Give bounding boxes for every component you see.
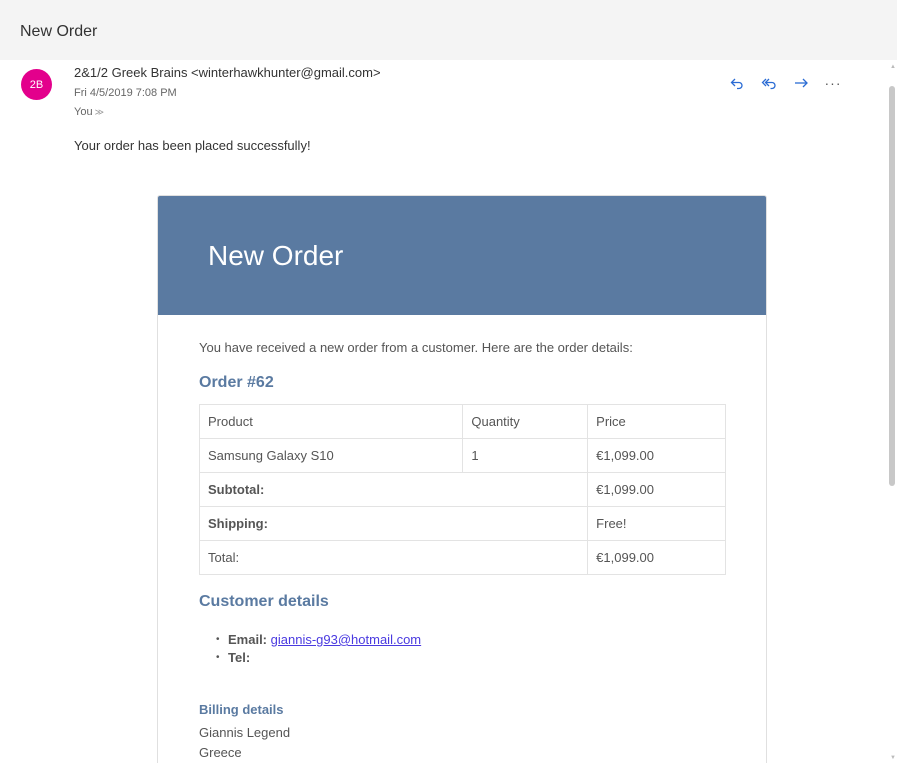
order-email-card: New Order You have received a new order … [157,195,767,763]
total-value: €1,099.00 [587,540,726,575]
scroll-thumb[interactable] [889,86,895,486]
scroll-down-arrow-icon[interactable]: ▼ [890,755,896,761]
column-header-quantity: Quantity [462,404,589,439]
email-label: Email: [228,632,268,647]
billing-country: Greece [199,745,242,760]
expand-recipients-icon[interactable]: ≫ [95,107,104,117]
customer-email-link[interactable]: giannis-g93@hotmail.com [271,632,422,647]
more-icon: ··· [824,75,842,91]
column-header-product: Product [198,404,464,439]
email-header: New Order [158,196,766,315]
reading-pane: 2B 2&1/2 Greek Brains <winterhawkhunter@… [10,60,884,763]
order-intro-text: You have received a new order from a cus… [199,340,633,355]
total-label: Total: [198,540,589,575]
shipping-value: Free! [587,506,726,541]
forward-icon [795,78,808,88]
reply-all-button[interactable] [760,74,778,92]
avatar[interactable]: 2B [21,69,52,100]
message-actions: ··· [728,74,842,92]
list-item-email: Email: giannis-g93@hotmail.com [216,631,422,649]
total-row: Total: €1,099.00 [198,540,726,575]
recipient: You [74,106,93,118]
subtotal-label: Subtotal: [198,472,589,507]
sent-date: Fri 4/5/2019 7:08 PM [74,87,177,99]
forward-button[interactable] [792,74,810,92]
tel-label: Tel: [228,650,251,665]
table-header-row: Product Quantity Price [198,404,726,439]
subtotal-value: €1,099.00 [587,472,726,507]
scroll-up-arrow-icon[interactable]: ▲ [890,64,896,70]
billing-details-heading: Billing details [199,702,284,717]
vertical-scrollbar[interactable]: ▲ ▼ [887,60,897,763]
product-cell: Samsung Galaxy S10 [198,438,464,473]
price-cell: €1,099.00 [587,438,726,473]
shipping-label: Shipping: [198,506,589,541]
more-actions-button[interactable]: ··· [824,74,842,92]
quantity-cell: 1 [462,438,589,473]
customer-details-heading: Customer details [199,593,329,610]
table-row: Samsung Galaxy S10 1 €1,099.00 [198,438,726,473]
message-intro: Your order has been placed successfully! [74,138,311,153]
customer-details-list: Email: giannis-g93@hotmail.com Tel: [216,631,422,667]
subject-bar: New Order [0,0,897,60]
reply-icon [730,78,743,90]
order-table: Product Quantity Price Samsung Galaxy S1… [198,404,726,575]
order-heading: Order #62 [199,374,274,391]
subtotal-row: Subtotal: €1,099.00 [198,472,726,507]
column-header-price: Price [587,404,726,439]
reply-all-icon [761,78,776,90]
recipient-line[interactable]: You ≫ [74,106,104,118]
email-subject: New Order [20,23,98,40]
billing-name: Giannis Legend [199,725,291,740]
list-item-tel: Tel: [216,649,421,667]
email-header-title: New Order [208,240,344,271]
sender-name[interactable]: 2&1/2 Greek Brains <winterhawkhunter@gma… [74,65,381,80]
reply-button[interactable] [728,74,746,92]
shipping-row: Shipping: Free! [198,506,726,541]
